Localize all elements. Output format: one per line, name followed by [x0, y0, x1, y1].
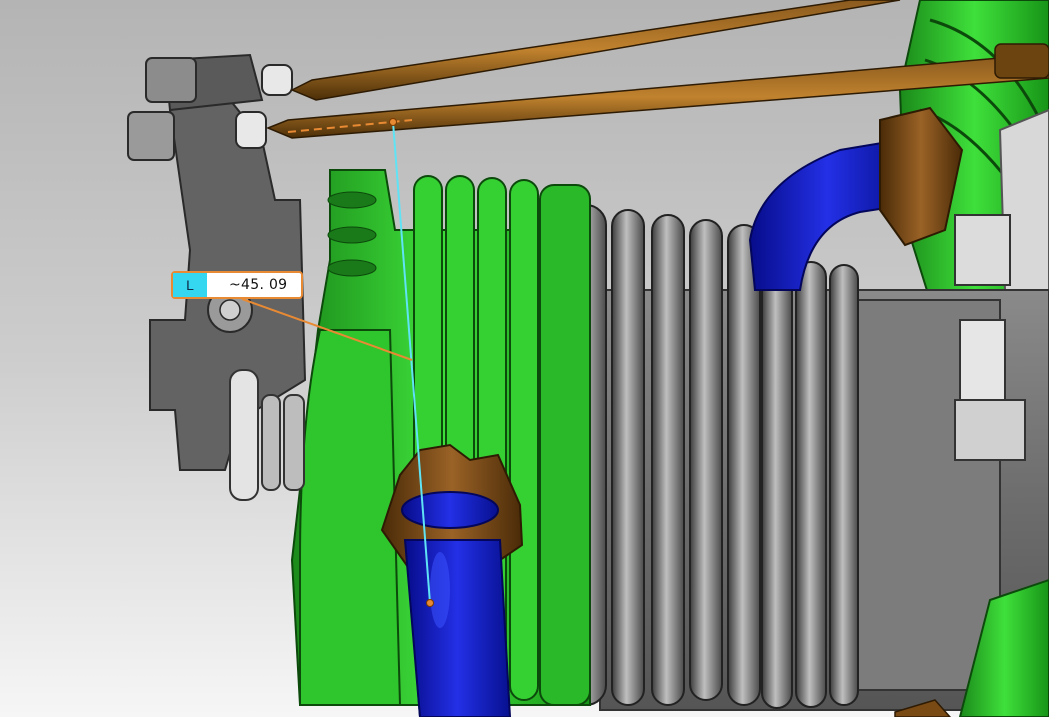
- dimension-value: ~45. 09: [229, 277, 288, 293]
- measure-point-start[interactable]: [389, 118, 397, 126]
- dimension-type-badge: L: [173, 273, 207, 297]
- measure-point-end[interactable]: [426, 599, 434, 607]
- 3d-viewport[interactable]: L ~45. 09: [0, 0, 1049, 717]
- dimension-label[interactable]: L ~45. 09: [171, 271, 304, 299]
- engine-model-render[interactable]: [0, 0, 1049, 717]
